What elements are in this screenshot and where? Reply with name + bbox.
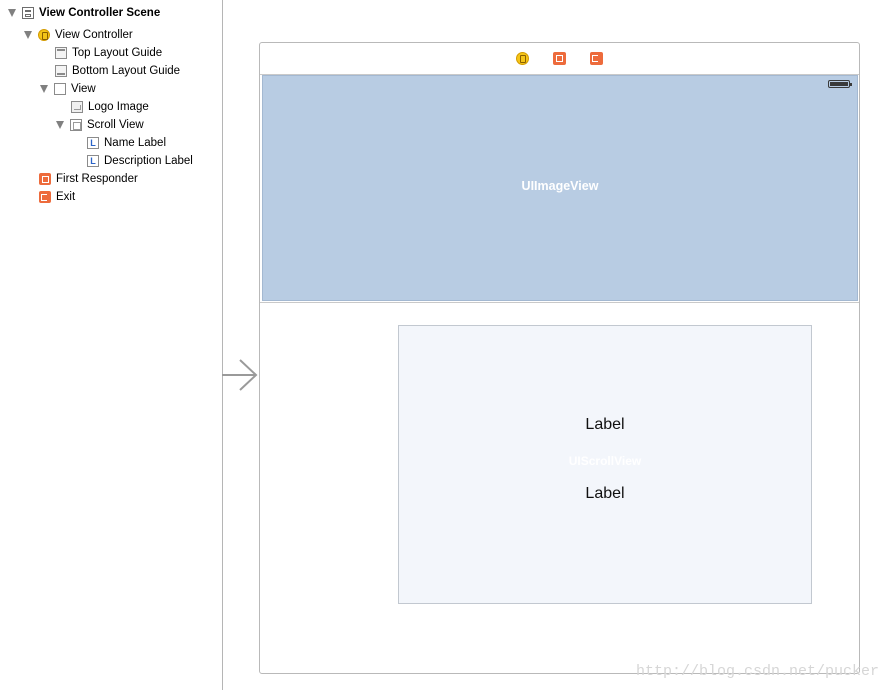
outline-item-label: Logo Image	[88, 101, 149, 113]
image-view-placeholder-label: UIImageView	[521, 178, 599, 193]
first-responder-icon	[39, 173, 51, 185]
outline-item-first-responder[interactable]: First Responder	[39, 170, 138, 188]
outline-item-label: First Responder	[56, 173, 138, 185]
battery-icon	[828, 80, 852, 88]
outline-item-view-controller[interactable]: View Controller	[24, 26, 133, 44]
outline-item-description-label[interactable]: L Description Label	[87, 152, 193, 170]
layout-guide-icon	[55, 47, 67, 59]
scene-dock	[260, 43, 859, 75]
outline-item-label: Name Label	[104, 137, 167, 149]
outline-item-bottom-layout-guide[interactable]: Bottom Layout Guide	[55, 62, 180, 80]
exit-icon	[39, 191, 51, 203]
scene-icon	[22, 7, 34, 19]
description-label[interactable]: Label	[399, 485, 811, 503]
outline-item-label: View Controller Scene	[39, 7, 161, 19]
watermark: http://blog.csdn.net/pucker	[635, 663, 879, 680]
layout-guide-icon	[55, 65, 67, 77]
view-controller-icon[interactable]	[516, 52, 529, 65]
outline-item-name-label[interactable]: L Name Label	[87, 134, 166, 152]
image-view-icon	[71, 101, 83, 113]
view-controller-icon	[38, 29, 50, 41]
outline-item-scroll-view[interactable]: Scroll View	[56, 116, 144, 134]
outline-item-view-controller-scene[interactable]: View Controller Scene	[8, 4, 160, 22]
disclosure-triangle-icon[interactable]	[24, 31, 32, 39]
outline-item-label: View	[71, 83, 96, 95]
initial-view-controller-arrow-icon[interactable]	[222, 357, 260, 393]
outline-item-label: Description Label	[104, 155, 193, 167]
disclosure-triangle-icon[interactable]	[8, 9, 16, 17]
label-icon: L	[87, 155, 99, 167]
view-divider	[260, 302, 859, 303]
view-icon	[54, 83, 66, 95]
scroll-view[interactable]: Label UIScrollView Label	[398, 325, 812, 604]
outline-item-logo-image[interactable]: Logo Image	[71, 98, 149, 116]
label-icon: L	[87, 137, 99, 149]
name-label[interactable]: Label	[399, 416, 811, 434]
outline-item-label: Bottom Layout Guide	[72, 65, 181, 77]
outline-item-view[interactable]: View	[40, 80, 96, 98]
outline-item-label: Top Layout Guide	[72, 47, 163, 59]
scroll-view-icon	[70, 119, 82, 131]
outline-item-label: Scroll View	[87, 119, 144, 131]
outline-item-label: View Controller	[55, 29, 133, 41]
logo-image-view[interactable]: UIImageView	[262, 75, 858, 301]
outline-item-exit[interactable]: Exit	[39, 188, 75, 206]
document-outline: View Controller Scene View Controller To…	[0, 0, 223, 690]
disclosure-triangle-icon[interactable]	[40, 85, 48, 93]
outline-item-top-layout-guide[interactable]: Top Layout Guide	[55, 44, 162, 62]
first-responder-icon[interactable]	[553, 52, 566, 65]
exit-icon[interactable]	[590, 52, 603, 65]
scroll-view-placeholder-label: UIScrollView	[568, 454, 642, 468]
disclosure-triangle-icon[interactable]	[56, 121, 64, 129]
outline-item-label: Exit	[56, 191, 76, 203]
